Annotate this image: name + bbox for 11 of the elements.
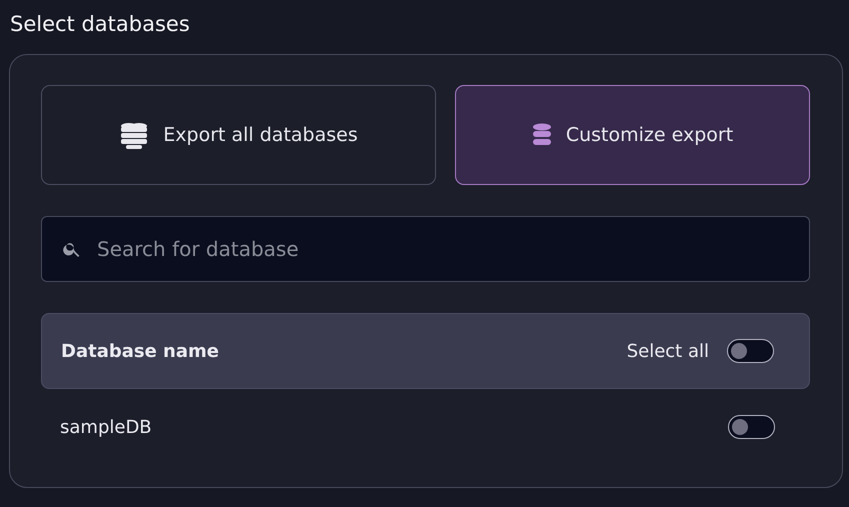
database-name: sampleDB bbox=[60, 416, 153, 438]
section-title: Select databases bbox=[10, 11, 191, 38]
select-all-toggle[interactable] bbox=[727, 339, 774, 363]
database-stack-icon bbox=[119, 120, 150, 150]
database-icon bbox=[532, 123, 552, 147]
database-toggle[interactable] bbox=[728, 415, 775, 439]
export-option[interactable]: Customize export bbox=[455, 85, 810, 185]
export-option[interactable]: Export all databases bbox=[41, 85, 436, 185]
column-header: Database name bbox=[61, 340, 220, 362]
select-all-label: Select all bbox=[626, 340, 709, 362]
search-field[interactable]: Search for database bbox=[41, 216, 810, 282]
